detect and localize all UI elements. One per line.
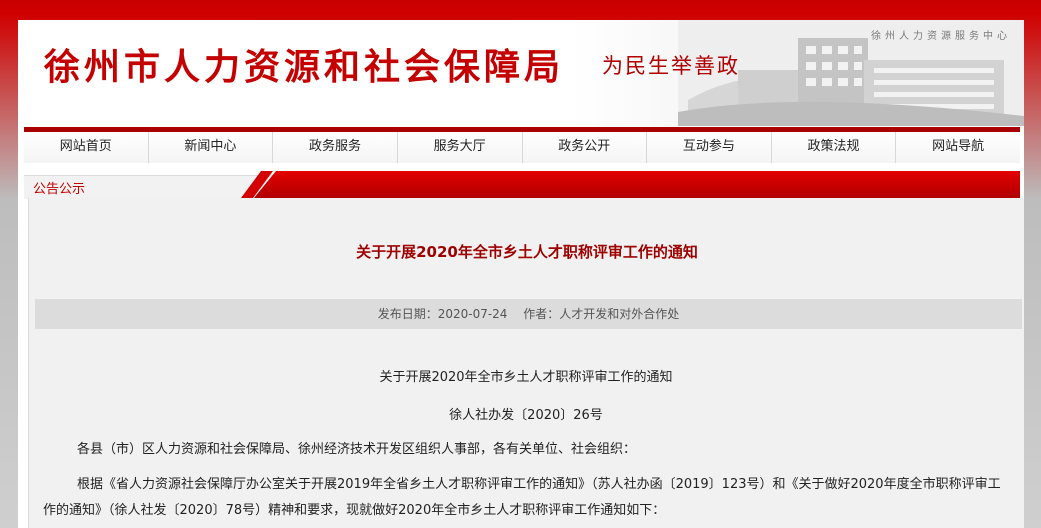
body-heading: 关于开展2020年全市乡土人才职称评审工作的通知 [379, 370, 673, 385]
section-label-box: 公告公示 [24, 175, 274, 199]
section-bar: 公告公示 [24, 171, 1020, 199]
nav-item-gov-disclosure[interactable]: 政务公开 [523, 132, 648, 163]
addressee-paragraph: 各县（市）区人力资源和社会保障局、徐州经济技术开发区组织人事部，各有关单位、社会… [77, 442, 637, 457]
nav-item-news[interactable]: 新闻中心 [149, 132, 274, 163]
main-nav: 网站首页 新闻中心 政务服务 服务大厅 政务公开 互动参与 政策法规 网站导航 [24, 127, 1020, 163]
page-container: 徐州市人力资源和社会保障局 为民生举善政 徐州人力资源服务中心 网站首页 新闻中… [18, 20, 1024, 528]
article-meta: 发布日期：2020-07-24 作者：人才开发和对外合作处 [35, 299, 1022, 329]
nav-item-home[interactable]: 网站首页 [24, 132, 149, 163]
nav-item-policy[interactable]: 政策法规 [772, 132, 897, 163]
article-body: 关于开展2020年全市乡土人才职称评审工作的通知 徐人社办发〔2020〕26号 … [43, 368, 1009, 524]
article-container: 关于开展2020年全市乡土人才职称评审工作的通知 发布日期：2020-07-24… [28, 198, 1024, 528]
article-author: 作者：人才开发和对外合作处 [523, 307, 680, 321]
nav-item-gov-service[interactable]: 政务服务 [273, 132, 398, 163]
site-banner: 徐州市人力资源和社会保障局 为民生举善政 徐州人力资源服务中心 [18, 20, 1024, 126]
section-label[interactable]: 公告公示 [33, 178, 85, 197]
nav-item-interaction[interactable]: 互动参与 [647, 132, 772, 163]
publish-date: 发布日期：2020-07-24 [377, 307, 508, 321]
nav-item-sitemap[interactable]: 网站导航 [896, 132, 1020, 163]
nav-item-service-hall[interactable]: 服务大厅 [398, 132, 523, 163]
building-sign: 徐州人力资源服务中心 [871, 31, 1011, 42]
body-paragraph: 根据《省人力资源社会保障厅办公室关于开展2019年全省乡土人才职称评审工作的通知… [43, 477, 1001, 518]
site-title: 徐州市人力资源和社会保障局 [44, 46, 565, 88]
article-title: 关于开展2020年全市乡土人才职称评审工作的通知 [356, 243, 698, 261]
doc-number: 徐人社办发〔2020〕26号 [449, 408, 603, 423]
section-red-band [254, 171, 1020, 198]
site-slogan: 为民生举善政 [602, 54, 740, 78]
